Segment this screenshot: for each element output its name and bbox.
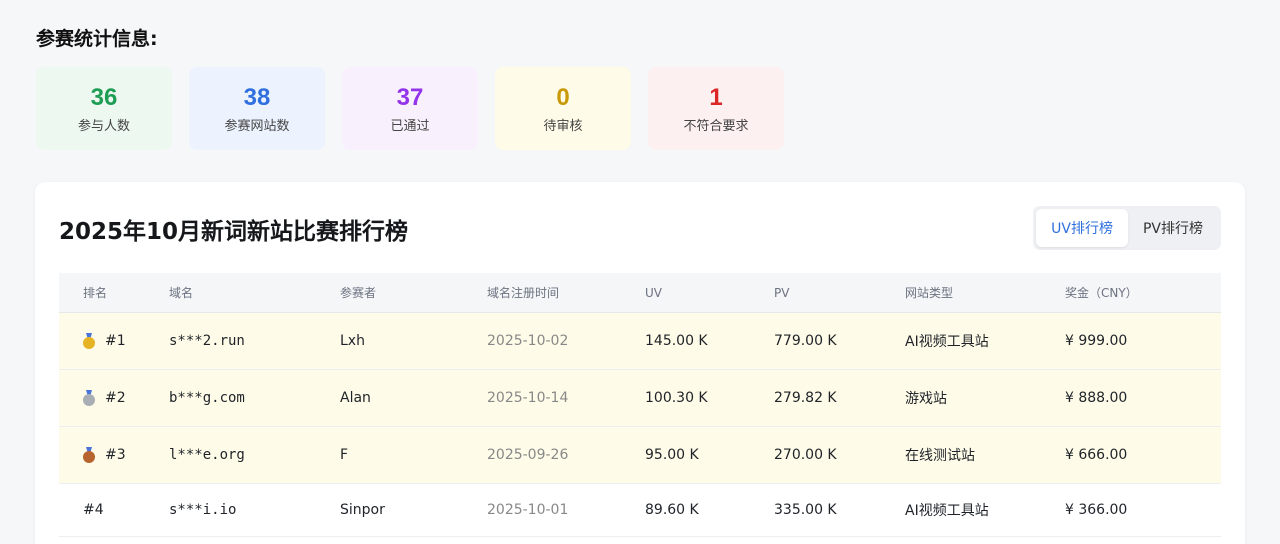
domain-cell: l***e.org [169, 447, 245, 463]
stat-value: 0 [556, 84, 570, 111]
bronze-medal-icon [83, 447, 95, 463]
domain-cell: s***i.io [169, 502, 237, 518]
stat-card-participants: 36 参与人数 [36, 67, 172, 150]
leaderboard-title: 2025年10月新词新站比赛排行榜 [59, 219, 409, 245]
stat-label: 不符合要求 [683, 119, 749, 134]
reg-date-cell: 2025-10-01 [487, 502, 569, 518]
site-type-cell: 游戏站 [905, 391, 947, 407]
rank-number: #1 [105, 333, 126, 349]
stat-label: 参赛网站数 [224, 119, 290, 134]
column-header-participant[interactable]: 参赛者 [340, 284, 487, 301]
tab-pv-ranking[interactable]: PV排行榜 [1128, 209, 1218, 247]
rank-number: #3 [105, 447, 126, 463]
stat-value: 1 [709, 84, 723, 111]
silver-medal-icon [83, 390, 95, 406]
stat-value: 38 [243, 84, 271, 111]
stat-card-pending: 0 待审核 [495, 67, 631, 150]
uv-cell: 95.00 K [645, 447, 699, 463]
column-header-reg-date[interactable]: 域名注册时间 [487, 284, 645, 301]
table-header: 排名 域名 参赛者 域名注册时间 UV PV 网站类型 奖金（CNY） [59, 273, 1221, 313]
table-row[interactable]: #3 l***e.org F 2025-09-26 95.00 K 270.00… [59, 427, 1221, 484]
stat-label: 参与人数 [77, 119, 130, 134]
reg-date-cell: 2025-10-14 [487, 390, 569, 406]
participant-cell: F [340, 447, 349, 463]
rank-cell: #3 [59, 447, 169, 463]
gold-medal-icon [83, 333, 95, 349]
table-row[interactable]: #4 s***i.io Sinpor 2025-10-01 89.60 K 33… [59, 484, 1221, 537]
stat-card-approved: 37 已通过 [342, 67, 478, 150]
participant-cell: Sinpor [340, 502, 385, 518]
reg-date-cell: 2025-09-26 [487, 447, 569, 463]
rank-cell: #4 [59, 502, 169, 518]
stats-cards: 36 参与人数 38 参赛网站数 37 已通过 0 待审核 1 不符合要求 [36, 67, 784, 150]
prize-cell: ¥ 666.00 [1065, 447, 1128, 463]
participant-cell: Lxh [340, 333, 365, 349]
rank-number: #2 [105, 390, 126, 406]
stat-card-sites: 38 参赛网站数 [189, 67, 325, 150]
column-header-uv[interactable]: UV [645, 286, 774, 300]
reg-date-cell: 2025-10-02 [487, 333, 569, 349]
prize-cell: ¥ 888.00 [1065, 390, 1128, 406]
domain-cell: b***g.com [169, 390, 245, 406]
site-type-cell: AI视频工具站 [905, 503, 989, 519]
column-header-rank[interactable]: 排名 [59, 284, 169, 301]
uv-cell: 145.00 K [645, 333, 708, 349]
table-row[interactable]: #1 s***2.run Lxh 2025-10-02 145.00 K 779… [59, 313, 1221, 370]
domain-cell: s***2.run [169, 333, 245, 349]
column-header-site-type[interactable]: 网站类型 [905, 284, 1065, 301]
rank-number: #4 [83, 502, 104, 518]
stat-value: 36 [90, 84, 118, 111]
column-header-domain[interactable]: 域名 [169, 284, 340, 301]
prize-cell: ¥ 366.00 [1065, 502, 1128, 518]
prize-cell: ¥ 999.00 [1065, 333, 1128, 349]
pv-cell: 335.00 K [774, 502, 837, 518]
rank-cell: #1 [59, 333, 169, 349]
stat-label: 待审核 [543, 119, 583, 134]
stat-card-rejected: 1 不符合要求 [648, 67, 784, 150]
table-row[interactable]: #2 b***g.com Alan 2025-10-14 100.30 K 27… [59, 370, 1221, 427]
pv-cell: 270.00 K [774, 447, 837, 463]
leaderboard-panel: 2025年10月新词新站比赛排行榜 UV排行榜 PV排行榜 排名 域名 参赛者 … [35, 182, 1245, 544]
stat-value: 37 [396, 84, 424, 111]
site-type-cell: 在线测试站 [905, 448, 975, 464]
column-header-prize[interactable]: 奖金（CNY） [1065, 284, 1221, 301]
column-header-pv[interactable]: PV [774, 286, 905, 300]
participant-cell: Alan [340, 390, 371, 406]
rank-cell: #2 [59, 390, 169, 406]
uv-cell: 100.30 K [645, 390, 708, 406]
pv-cell: 779.00 K [774, 333, 837, 349]
uv-cell: 89.60 K [645, 502, 699, 518]
stats-title: 参赛统计信息: [36, 28, 158, 50]
ranking-tabs: UV排行榜 PV排行榜 [1033, 206, 1221, 250]
site-type-cell: AI视频工具站 [905, 334, 989, 350]
pv-cell: 279.82 K [774, 390, 837, 406]
stat-label: 已通过 [390, 119, 430, 134]
tab-uv-ranking[interactable]: UV排行榜 [1036, 209, 1128, 247]
leaderboard-table: 排名 域名 参赛者 域名注册时间 UV PV 网站类型 奖金（CNY） #1 s… [59, 273, 1221, 537]
